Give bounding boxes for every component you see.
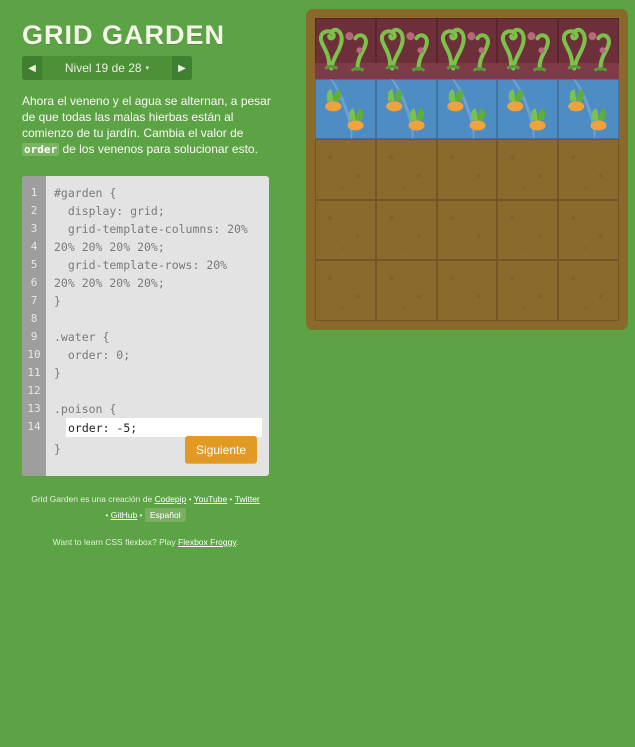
chevron-left-icon[interactable]: ◀ [22, 56, 42, 80]
dirt-cell [315, 260, 376, 321]
poison-cell [497, 18, 559, 79]
code-closing-brace: } [54, 442, 61, 456]
code-line: grid-template-rows: 20% [54, 258, 228, 272]
code-line: .poison { [54, 402, 117, 416]
line-number: 5 [30, 258, 38, 271]
codepip-link[interactable]: Codepip [155, 494, 187, 504]
code-line: #garden { [54, 186, 117, 200]
water-cell [315, 78, 376, 140]
flexbox-froggy-link[interactable]: Flexbox Froggy [178, 537, 236, 547]
page-title: GRID GARDEN [22, 20, 226, 50]
instructions-text-before: Ahora el veneno y el agua se alternan, a… [22, 94, 271, 140]
flexbox-promo: Want to learn CSS flexbox? Play Flexbox … [22, 537, 269, 547]
line-number: 9 [30, 330, 38, 343]
water-cell [558, 78, 619, 140]
garden-board [306, 9, 628, 330]
poison-cell [558, 18, 619, 79]
promo-suffix: . [235, 537, 239, 547]
level-selector[interactable]: Nivel 19 de 28 ▾ [42, 56, 172, 80]
code-line: display: grid; [54, 204, 165, 218]
instructions-text-after: de los venenos para solucionar esto. [59, 142, 258, 156]
level-label: Nivel 19 de 28 [64, 61, 142, 75]
carrot-icon [446, 88, 486, 131]
line-number: 12 [27, 384, 41, 397]
poison-cell [436, 18, 498, 79]
code-input-field[interactable] [66, 418, 262, 437]
poison-cell [375, 18, 437, 79]
github-link[interactable]: GitHub [111, 510, 137, 520]
carrot-icon [385, 88, 425, 131]
code-line: } [54, 294, 61, 308]
separator: • [227, 494, 235, 504]
youtube-link[interactable]: YouTube [194, 494, 227, 504]
dirt-cell [375, 260, 437, 321]
dirt-cell [315, 139, 376, 200]
code-line: grid-template-columns: 20% [54, 222, 248, 236]
dirt-cell [315, 199, 376, 261]
code-line: 20% 20% 20% 20%; [54, 276, 165, 290]
code-line: order: 0; [54, 348, 131, 362]
credits: Grid Garden es una creación de Codepip •… [22, 491, 269, 523]
next-button[interactable]: Siguiente [185, 436, 257, 463]
credits-text: Grid Garden es una creación de [31, 494, 155, 504]
poison-cell [315, 18, 376, 79]
language-button[interactable]: Español [144, 508, 186, 522]
weed-icon [562, 27, 612, 72]
twitter-link[interactable]: Twitter [235, 494, 260, 504]
dirt-cell [497, 139, 559, 200]
separator: • [137, 510, 145, 520]
dirt-cell [436, 260, 498, 321]
dirt-cell [436, 199, 498, 261]
line-number: 11 [27, 366, 41, 379]
line-number: 2 [30, 204, 38, 217]
dirt-cell [558, 139, 619, 200]
dirt-cell [375, 199, 437, 261]
line-number: 7 [30, 294, 38, 307]
line-number-gutter: 1 2 3 4 5 6 7 8 9 10 11 12 13 14 [22, 176, 46, 476]
line-number: 4 [30, 240, 38, 253]
code-line: .water { [54, 330, 110, 344]
code-editor: 1 2 3 4 5 6 7 8 9 10 11 12 13 14 #garden { display: g… [22, 176, 269, 476]
carrot-icon [325, 88, 364, 131]
dirt-cell [497, 199, 559, 261]
instructions-code-word: order [22, 143, 60, 156]
line-number: 6 [30, 276, 38, 289]
line-number: 10 [27, 348, 41, 361]
code-line: 20% 20% 20% 20%; [54, 240, 165, 254]
garden-grid [315, 18, 619, 321]
separator: • [186, 494, 194, 504]
dirt-cell [558, 260, 619, 321]
water-cell [497, 78, 559, 140]
water-cell [375, 78, 437, 140]
line-number: 3 [30, 222, 38, 235]
dirt-cell [375, 139, 437, 200]
weed-icon [440, 27, 490, 72]
weed-icon [501, 27, 551, 72]
water-cell [436, 78, 498, 140]
dirt-cell [558, 199, 619, 261]
chevron-right-icon[interactable]: ▶ [172, 56, 192, 80]
weed-icon [379, 27, 429, 72]
caret-down-icon: ▾ [145, 65, 150, 72]
code-line: } [54, 366, 61, 380]
dirt-cell [497, 260, 559, 321]
line-number: 13 [27, 402, 41, 415]
line-number: 1 [30, 186, 38, 199]
instructions: Ahora el veneno y el agua se alternan, a… [22, 93, 272, 158]
line-number: 8 [30, 312, 38, 325]
level-navigation: ◀ Nivel 19 de 28 ▾ ▶ [22, 56, 192, 80]
dirt-cell [436, 139, 498, 200]
promo-text: Want to learn CSS flexbox? Play [52, 537, 179, 547]
carrot-icon [507, 88, 546, 131]
weed-icon [318, 27, 368, 72]
carrot-icon [568, 88, 607, 131]
line-number: 14 [27, 420, 41, 433]
